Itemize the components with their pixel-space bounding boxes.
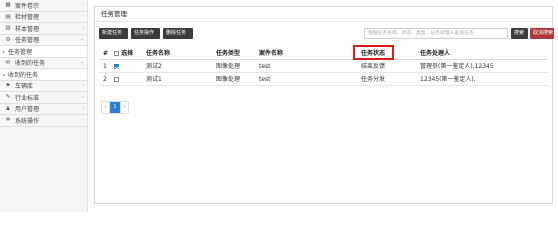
sidebar-item-label: 车辆库 bbox=[15, 83, 34, 91]
header-select: 选择 bbox=[114, 47, 133, 60]
table-row[interactable]: 1 测试2 图像处理 test 结束反馈 管理员(第一鉴定人),12345 bbox=[99, 60, 548, 73]
tasks-icon: ⚙ bbox=[5, 36, 11, 43]
row-checkbox[interactable] bbox=[114, 63, 119, 69]
header-task-status: 任务状态 bbox=[361, 50, 386, 57]
chevron-left-icon: ‹ bbox=[82, 25, 84, 31]
bullet-icon: ▸ bbox=[3, 71, 6, 77]
user-icon: ♟ bbox=[5, 105, 11, 112]
row-checkbox[interactable] bbox=[114, 76, 119, 82]
pagination: ‹ 1 › bbox=[101, 101, 129, 114]
row-task-status: 任务分发 bbox=[361, 76, 386, 83]
chevron-left-icon: ‹ bbox=[82, 94, 84, 100]
header-index: # bbox=[103, 50, 109, 57]
sidebar-item-industry-standards[interactable]: ✎ 行业标准 ‹ bbox=[0, 92, 87, 104]
row-task-handler: 12345(第一鉴定人), bbox=[420, 76, 476, 83]
row-task-name: 测试1 bbox=[146, 76, 162, 83]
sidebar-subitem-label: 收到的任务 bbox=[8, 71, 39, 79]
sidebar-item-received-tasks[interactable]: ✉ 收到的任务 ⌄ bbox=[0, 57, 87, 69]
sidebar-item-users[interactable]: ♟ 用户管理 ‹ bbox=[0, 103, 87, 115]
prev-page-button[interactable]: ‹ bbox=[102, 102, 110, 113]
new-task-button[interactable]: 新建任务 bbox=[99, 28, 128, 39]
chevron-left-icon: ‹ bbox=[82, 83, 84, 89]
search-button[interactable]: 搜索 bbox=[511, 28, 528, 39]
row-case-name: test bbox=[259, 63, 271, 70]
toolbar: 新建任务 任务操作 删除任务 搜索 取消搜索 bbox=[99, 28, 554, 40]
inbox-icon: ✉ bbox=[5, 59, 11, 66]
sidebar-item-vehicles[interactable]: ⚑ 车辆库 ‹ bbox=[0, 80, 87, 92]
header-task-name: 任务名称 bbox=[146, 50, 171, 57]
chevron-down-icon: ⌄ bbox=[80, 37, 84, 43]
bullet-icon: ▸ bbox=[3, 48, 6, 54]
sidebar-item-label: 用户管理 bbox=[15, 106, 40, 114]
task-table: # 选择 任务名称 任务类型 案件名称 任务状态 任务处理人 1 测试2 图像处… bbox=[99, 45, 548, 86]
task-panel: 任务管理 新建任务 任务操作 删除任务 搜索 取消搜索 # 选择 任务名称 任务… bbox=[94, 6, 554, 204]
settings-icon: ✲ bbox=[5, 117, 11, 124]
sidebar-subitem-task-management[interactable]: ▸ 任务管理 bbox=[0, 46, 87, 58]
row-select bbox=[114, 73, 119, 86]
sidebar-item-cases[interactable]: ▦ 案件卷宗 ‹ bbox=[0, 0, 87, 12]
header-task-type: 任务类型 bbox=[216, 50, 241, 57]
header-case-name: 案件名称 bbox=[259, 50, 284, 57]
sidebar-item-materials[interactable]: ▤ 检材管理 ‹ bbox=[0, 11, 87, 23]
page-1-button[interactable]: 1 bbox=[110, 102, 120, 113]
sidebar-item-label: 任务管理 bbox=[15, 37, 40, 45]
table-row[interactable]: 2 测试1 图像处理 test 任务分发 12345(第一鉴定人), bbox=[99, 73, 548, 86]
chevron-left-icon: ‹ bbox=[82, 2, 84, 8]
page-title: 任务管理 bbox=[95, 7, 552, 22]
sidebar-item-label: 行业标准 bbox=[15, 94, 40, 102]
row-task-handler: 管理员(第一鉴定人),12345 bbox=[420, 63, 494, 70]
row-index: 2 bbox=[103, 76, 107, 83]
chevron-down-icon: ⌄ bbox=[80, 60, 84, 66]
vehicle-icon: ⚑ bbox=[5, 82, 11, 89]
row-task-type: 图像处理 bbox=[216, 63, 241, 70]
table-header: # 选择 任务名称 任务类型 案件名称 任务状态 任务处理人 bbox=[99, 45, 548, 60]
row-select bbox=[114, 60, 119, 73]
task-operation-button[interactable]: 任务操作 bbox=[131, 28, 160, 39]
materials-icon: ▤ bbox=[5, 13, 11, 20]
select-all-checkbox[interactable] bbox=[114, 50, 119, 56]
row-task-name: 测试2 bbox=[146, 63, 162, 70]
industry-icon: ✎ bbox=[5, 94, 11, 101]
sidebar-item-tasks[interactable]: ⚙ 任务管理 ⌄ bbox=[0, 34, 87, 46]
row-index: 1 bbox=[103, 63, 107, 70]
sidebar-item-label: 收到的任务 bbox=[15, 60, 46, 68]
chevron-left-icon: ‹ bbox=[82, 106, 84, 112]
row-task-type: 图像处理 bbox=[216, 76, 241, 83]
row-case-name: test bbox=[259, 76, 271, 83]
sidebar-item-label: 检材管理 bbox=[15, 14, 40, 22]
sidebar-subitem-received-tasks[interactable]: ▸ 收到的任务 bbox=[0, 69, 87, 81]
delete-task-button[interactable]: 删除任务 bbox=[163, 28, 193, 39]
sample-icon: ▥ bbox=[5, 25, 11, 32]
chevron-left-icon: ‹ bbox=[82, 117, 84, 123]
header-task-handler: 任务处理人 bbox=[420, 50, 451, 57]
row-task-status: 结束反馈 bbox=[361, 63, 386, 70]
sidebar-item-system[interactable]: ✲ 系统操作 ‹ bbox=[0, 115, 87, 127]
sidebar-item-label: 系统操作 bbox=[15, 117, 40, 125]
sidebar-item-label: 案件卷宗 bbox=[15, 2, 40, 10]
cancel-search-button[interactable]: 取消搜索 bbox=[530, 28, 554, 39]
sidebar-subitem-label: 任务管理 bbox=[8, 48, 33, 56]
chevron-left-icon: ‹ bbox=[82, 14, 84, 20]
next-page-button[interactable]: › bbox=[120, 102, 128, 113]
sidebar-item-label: 样本管理 bbox=[15, 25, 40, 33]
header-select-label: 选择 bbox=[121, 50, 134, 57]
sidebar: ▦ 案件卷宗 ‹ ▤ 检材管理 ‹ ▥ 样本管理 ‹ ⚙ 任务管理 ⌄ ▸ 任务… bbox=[0, 0, 88, 212]
sidebar-item-samples[interactable]: ▥ 样本管理 ‹ bbox=[0, 23, 87, 35]
search-input[interactable] bbox=[364, 28, 508, 39]
grid-icon: ▦ bbox=[5, 2, 11, 9]
